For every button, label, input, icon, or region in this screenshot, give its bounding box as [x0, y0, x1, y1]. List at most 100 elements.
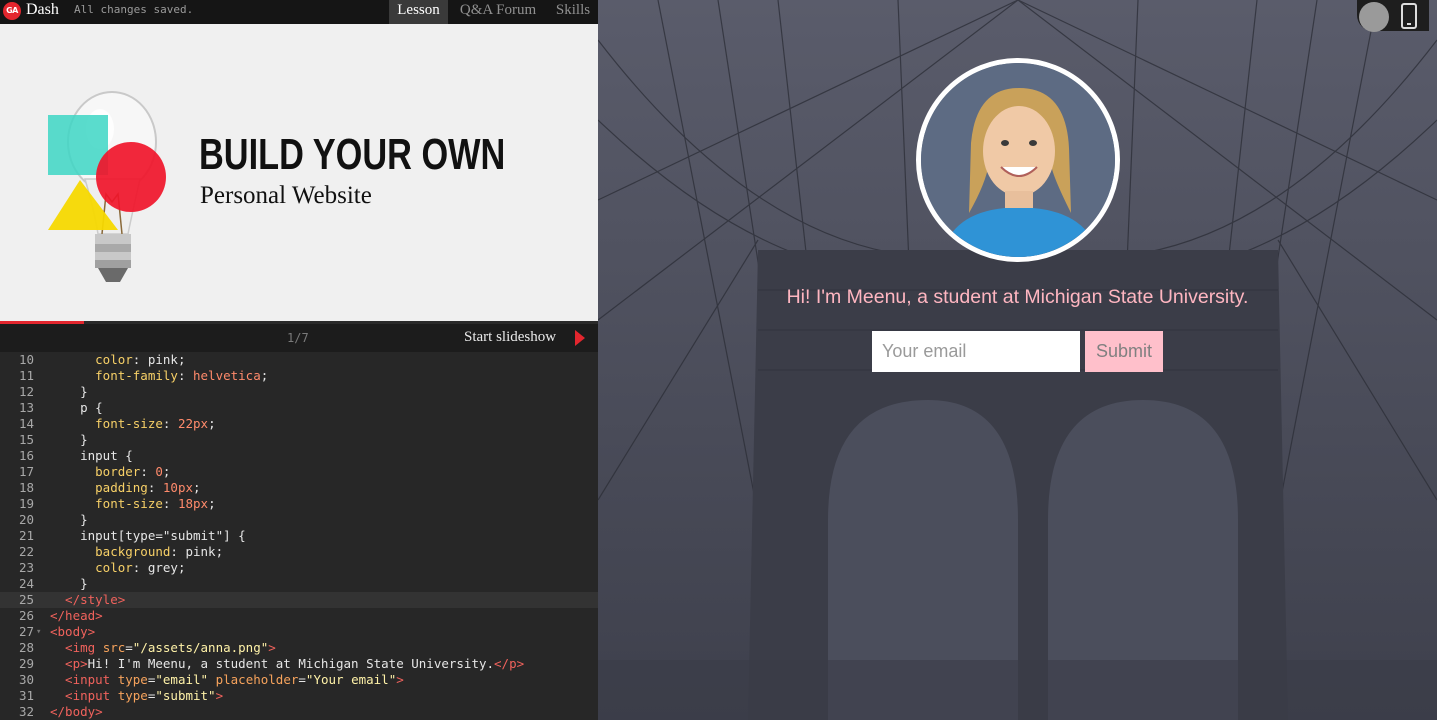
code-text[interactable]: </body>	[50, 704, 103, 720]
ga-logo-icon[interactable]: GA	[3, 2, 21, 20]
line-number: 22	[18, 544, 34, 559]
code-text[interactable]: <body>	[50, 624, 95, 640]
code-token: color	[50, 560, 133, 575]
circle-toggle-icon[interactable]	[1359, 2, 1389, 32]
slide-controls: 1/7 Start slideshow	[0, 324, 598, 352]
code-line[interactable]: 27 ▾ <body>	[0, 624, 598, 640]
lesson-pane: GA Dash All changes saved. Lesson Q&A Fo…	[0, 0, 598, 720]
code-token: }	[50, 576, 88, 591]
code-text[interactable]: font-size: 18px;	[50, 496, 216, 512]
code-text[interactable]: font-size: 22px;	[50, 416, 215, 432]
tab-skills[interactable]: Skills	[549, 0, 597, 24]
code-token: </style>	[50, 592, 126, 607]
code-editor[interactable]: 10 color: pink; 11 font-family: helvetica…	[0, 352, 598, 720]
code-text[interactable]: }	[50, 432, 88, 448]
line-number: 16	[18, 448, 34, 463]
site-preview: Hi! I'm Meenu, a student at Michigan Sta…	[598, 0, 1437, 720]
tab-lesson[interactable]: Lesson	[389, 0, 448, 24]
code-line[interactable]: 13 p {	[0, 400, 598, 416]
code-text[interactable]: <input type="submit">	[50, 688, 223, 704]
code-line[interactable]: 19 font-size: 18px;	[0, 496, 598, 512]
code-token: ;	[162, 464, 171, 479]
line-number: 32	[18, 704, 34, 719]
code-token: "email"	[155, 672, 209, 687]
code-token: font-family	[50, 368, 178, 383]
save-status: All changes saved.	[74, 3, 194, 16]
code-text[interactable]: }	[50, 576, 88, 592]
code-line[interactable]: 28 <img src="/assets/anna.png">	[0, 640, 598, 656]
code-text[interactable]: <p>Hi! I'm Meenu, a student at Michigan …	[50, 656, 524, 672]
intro-text: Hi! I'm Meenu, a student at Michigan Sta…	[786, 286, 1249, 308]
code-text[interactable]: </head>	[50, 608, 103, 624]
code-line[interactable]: 14 font-size: 22px;	[0, 416, 598, 432]
code-text[interactable]: input[type="submit"] {	[50, 528, 246, 544]
code-line[interactable]: 16 input {	[0, 448, 598, 464]
line-number: 18	[18, 480, 34, 495]
code-text[interactable]: padding: 10px;	[50, 480, 200, 496]
code-line[interactable]: 25 </style>	[0, 592, 598, 608]
code-line[interactable]: 10 color: pink;	[0, 352, 598, 368]
play-icon[interactable]	[575, 330, 585, 346]
slide-counter: 1/7	[287, 331, 309, 345]
code-token: <p>	[50, 656, 88, 671]
line-number: 25	[18, 592, 34, 607]
code-line[interactable]: 15 }	[0, 432, 598, 448]
code-line[interactable]: 29 <p>Hi! I'm Meenu, a student at Michig…	[0, 656, 598, 672]
avatar	[916, 58, 1120, 262]
code-token: }	[50, 384, 88, 399]
code-token: src	[102, 640, 126, 655]
code-token: background	[50, 544, 171, 559]
line-number: 31	[18, 688, 34, 703]
line-number: 10	[18, 352, 34, 367]
email-input[interactable]	[872, 331, 1080, 372]
code-token: "/assets/anna.png"	[132, 640, 269, 655]
line-number: 21	[18, 528, 34, 543]
code-token: </body>	[50, 704, 103, 719]
fold-arrow-icon[interactable]: ▾	[36, 624, 41, 640]
code-token: :	[162, 416, 178, 431]
code-line[interactable]: 11 font-family: helvetica;	[0, 368, 598, 384]
code-line[interactable]: 26 </head>	[0, 608, 598, 624]
code-text[interactable]: color: grey;	[50, 560, 185, 576]
line-number: 29	[18, 656, 34, 671]
code-line[interactable]: 12 }	[0, 384, 598, 400]
code-line[interactable]: 24 }	[0, 576, 598, 592]
code-line[interactable]: 21 input[type="submit"] {	[0, 528, 598, 544]
tab-qa-forum[interactable]: Q&A Forum	[452, 0, 544, 24]
code-token: =	[298, 672, 306, 687]
code-text[interactable]: }	[50, 512, 88, 528]
code-text[interactable]: font-family: helvetica;	[50, 368, 268, 384]
app-name[interactable]: Dash	[26, 0, 59, 20]
code-line[interactable]: 20 }	[0, 512, 598, 528]
code-token: ;	[208, 496, 216, 511]
code-text[interactable]: <input type="email" placeholder="Your em…	[50, 672, 404, 688]
phone-icon[interactable]	[1401, 3, 1417, 29]
code-token: 22px	[177, 416, 209, 431]
start-slideshow-button[interactable]: Start slideshow	[464, 327, 556, 347]
code-line[interactable]: 30 <input type="email" placeholder="Your…	[0, 672, 598, 688]
slide-subtitle: Personal Website	[200, 182, 372, 209]
code-token: font-size	[50, 496, 163, 511]
code-line[interactable]: 23 color: grey;	[0, 560, 598, 576]
code-token: "submit"	[155, 688, 216, 703]
code-text[interactable]: color: pink;	[50, 352, 185, 368]
code-token: <img	[50, 640, 103, 655]
code-text[interactable]: <img src="/assets/anna.png">	[50, 640, 276, 656]
code-line[interactable]: 31 <input type="submit">	[0, 688, 598, 704]
code-line[interactable]: 17 border: 0;	[0, 464, 598, 480]
code-text[interactable]: }	[50, 384, 88, 400]
code-token: 0	[155, 464, 163, 479]
code-text[interactable]: background: pink;	[50, 544, 223, 560]
code-text[interactable]: border: 0;	[50, 464, 170, 480]
code-token: placeholder	[215, 672, 299, 687]
submit-button[interactable]: Submit	[1085, 331, 1163, 372]
code-text[interactable]: p {	[50, 400, 103, 416]
code-line[interactable]: 18 padding: 10px;	[0, 480, 598, 496]
line-number: 15	[18, 432, 34, 447]
code-token: p {	[50, 400, 103, 415]
code-line[interactable]: 32 </body>	[0, 704, 598, 720]
code-text[interactable]: </style>	[50, 592, 125, 608]
code-line[interactable]: 22 background: pink;	[0, 544, 598, 560]
code-text[interactable]: input {	[50, 448, 133, 464]
